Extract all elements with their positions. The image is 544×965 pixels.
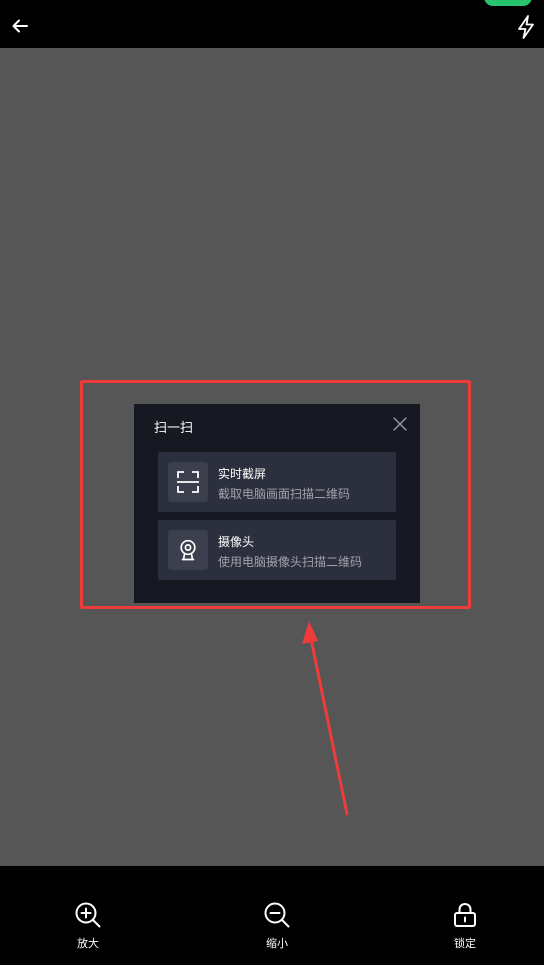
option-title: 实时截屏 [218,467,267,481]
webcam-icon [180,539,196,561]
zoom-out-button[interactable]: 缩小 [247,900,307,954]
annotation-arrow [302,621,349,816]
zoom-out-label: 缩小 [266,937,288,950]
zoom-in-button[interactable]: 放大 [58,900,118,954]
zoom-out-icon [264,902,290,928]
zoom-in-label: 放大 [77,937,99,950]
option-icon-box [168,530,208,570]
scan-frame-icon [177,471,199,493]
lightning-icon [518,15,534,39]
close-icon [393,417,407,431]
zoom-in-icon [75,902,101,928]
arrow-left-icon [12,19,28,33]
option-icon-box [168,462,208,502]
top-bar [0,0,544,48]
bottom-toolbar: 放大 缩小 锁定 [0,866,544,965]
option-title: 摄像头 [218,535,255,549]
close-button[interactable] [392,416,408,432]
lock-label: 锁定 [454,937,476,950]
option-camera[interactable]: 摄像头 使用电脑摄像头扫描二维码 [158,520,396,580]
lock-button[interactable]: 锁定 [435,900,495,954]
option-description: 使用电脑摄像头扫描二维码 [218,555,363,569]
flash-button[interactable] [514,14,538,40]
scan-dialog: 扫一扫 实时截屏 截取电脑画面扫描二维码 摄像头 使用电脑摄像头扫描二维码 [134,404,420,603]
back-button[interactable] [8,14,32,38]
lock-icon [454,902,476,927]
option-description: 截取电脑画面扫描二维码 [218,487,351,501]
status-pill [484,0,532,6]
dialog-title: 扫一扫 [154,421,194,436]
option-realtime-screenshot[interactable]: 实时截屏 截取电脑画面扫描二维码 [158,452,396,512]
